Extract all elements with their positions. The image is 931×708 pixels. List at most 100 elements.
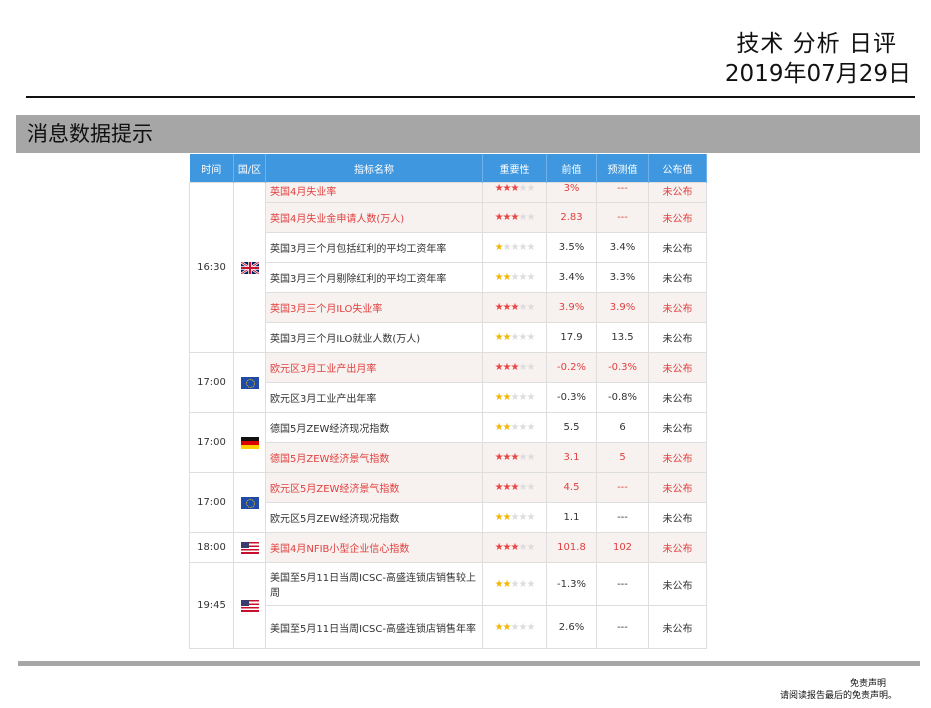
table-row: 英国4月失业金申请人数(万人) ★★★★★ 2.83 --- 未公布 bbox=[190, 202, 707, 233]
star-icon: ★ bbox=[494, 272, 504, 283]
star-icon: ★ bbox=[526, 302, 535, 313]
star-icon: ★ bbox=[494, 302, 504, 313]
region-cell bbox=[233, 562, 266, 649]
forecast-value: 3.9% bbox=[596, 292, 649, 323]
footer-divider bbox=[18, 661, 920, 666]
disclaimer-note: 请阅读报告最后的免责声明。 bbox=[779, 691, 897, 701]
table-row: 美国至5月11日当周ICSC-高盛连锁店销售年率 ★★★★★ 2.6% --- 未公布 bbox=[190, 605, 707, 649]
star-icon: ★ bbox=[502, 578, 512, 590]
importance-stars: ★★★★★ bbox=[482, 292, 547, 323]
importance-stars: ★★★★★ bbox=[482, 352, 547, 383]
previous-value: 5.5 bbox=[546, 412, 597, 443]
actual-value: 未公布 bbox=[648, 532, 707, 563]
star-icon: ★ bbox=[494, 392, 504, 403]
forecast-value: 5 bbox=[596, 442, 649, 473]
star-icon: ★ bbox=[502, 392, 512, 403]
table-row: 17:00 欧元区3月工业产出月率 ★★★★★ -0.2% -0.3% 未公布 bbox=[189, 352, 707, 413]
actual-value: 未公布 bbox=[648, 202, 707, 233]
previous-value: 3.4% bbox=[546, 262, 597, 293]
star-icon: ★ bbox=[494, 621, 504, 633]
actual-value: 未公布 bbox=[648, 605, 707, 649]
importance-stars: ★★★★★ bbox=[482, 412, 547, 443]
indicator-name: 欧元区3月工业产出月率 bbox=[265, 352, 483, 383]
eu-flag-icon bbox=[240, 496, 259, 509]
star-icon: ★ bbox=[502, 482, 512, 493]
time-cell: 17:00 bbox=[189, 412, 234, 473]
table-header-row: 时间 国/区 指标名称 重要性 前值 预测值 公布值 bbox=[189, 154, 707, 183]
table-row: 欧元区5月ZEW经济现况指数 ★★★★★ 1.1 --- 未公布 bbox=[190, 502, 707, 533]
importance-stars: ★★★★★ bbox=[482, 562, 547, 606]
actual-value: 未公布 bbox=[648, 562, 707, 606]
header-divider bbox=[26, 96, 915, 98]
indicator-name: 美国4月NFIB小型企业信心指数 bbox=[265, 532, 483, 563]
indicator-name: 英国3月三个月剔除红利的平均工资年率 bbox=[265, 262, 483, 293]
indicator-name: 美国至5月11日当周ICSC-高盛连锁店销售年率 bbox=[265, 605, 483, 649]
previous-value: 2.83 bbox=[546, 202, 597, 233]
star-icon: ★ bbox=[526, 512, 535, 523]
col-header-previous: 前值 bbox=[546, 154, 597, 183]
region-cell bbox=[233, 182, 266, 353]
forecast-value: -0.8% bbox=[596, 382, 649, 413]
star-icon: ★ bbox=[502, 362, 512, 373]
previous-value: 3% bbox=[546, 182, 597, 203]
star-icon: ★ bbox=[526, 542, 535, 553]
table-row: 16:30 英国4月失业率 ★★★★★ 3% --- 未公布 bbox=[189, 182, 707, 353]
col-header-importance: 重要性 bbox=[482, 154, 547, 183]
previous-value: 3.5% bbox=[546, 232, 597, 263]
star-icon: ★ bbox=[502, 422, 512, 433]
table-row: 英国3月三个月剔除红利的平均工资年率 ★★★★★ 3.4% 3.3% 未公布 bbox=[190, 262, 707, 293]
forecast-value: --- bbox=[596, 202, 649, 233]
previous-value: 3.9% bbox=[546, 292, 597, 323]
indicator-name: 美国至5月11日当周ICSC-高盛连锁店销售较上周 bbox=[265, 562, 483, 606]
star-icon: ★ bbox=[494, 212, 504, 223]
uk-flag-icon bbox=[239, 260, 260, 275]
star-icon: ★ bbox=[502, 452, 512, 463]
previous-value: 4.5 bbox=[546, 472, 597, 503]
table-row: 英国3月三个月包括红利的平均工资年率 ★★★★★ 3.5% 3.4% 未公布 bbox=[190, 232, 707, 263]
indicator-name: 英国4月失业金申请人数(万人) bbox=[265, 202, 483, 233]
star-icon: ★ bbox=[526, 482, 535, 493]
previous-value: -1.3% bbox=[546, 562, 597, 606]
importance-stars: ★★★★★ bbox=[482, 382, 547, 413]
actual-value: 未公布 bbox=[648, 292, 707, 323]
forecast-value: 6 bbox=[596, 412, 649, 443]
col-header-actual: 公布值 bbox=[648, 154, 707, 183]
section-title: 消息数据提示 bbox=[16, 115, 920, 153]
star-icon: ★ bbox=[502, 272, 512, 283]
indicator-name: 欧元区3月工业产出年率 bbox=[265, 382, 483, 413]
actual-value: 未公布 bbox=[648, 382, 707, 413]
indicator-name: 欧元区5月ZEW经济现况指数 bbox=[265, 502, 483, 533]
col-header-indicator: 指标名称 bbox=[265, 154, 483, 183]
star-icon: ★ bbox=[494, 332, 504, 343]
star-icon: ★ bbox=[502, 512, 512, 523]
importance-stars: ★★★★★ bbox=[482, 605, 547, 649]
indicator-name: 英国3月三个月ILO失业率 bbox=[265, 292, 483, 323]
actual-value: 未公布 bbox=[648, 182, 707, 203]
forecast-value: --- bbox=[596, 605, 649, 649]
data-calendar-table: 时间 国/区 指标名称 重要性 前值 预测值 公布值 16:30 英国4月失业率 ★… bbox=[189, 154, 707, 649]
previous-value: 17.9 bbox=[546, 322, 597, 353]
previous-value: 3.1 bbox=[546, 442, 597, 473]
actual-value: 未公布 bbox=[648, 352, 707, 383]
forecast-value: 3.3% bbox=[596, 262, 649, 293]
forecast-value: 3.4% bbox=[596, 232, 649, 263]
star-icon: ★ bbox=[502, 183, 512, 194]
region-cell bbox=[233, 472, 266, 533]
importance-stars: ★★★★★ bbox=[482, 532, 547, 563]
table-row: 17:00 欧元区5月ZEW经济景气指数 ★★★★★ 4.5 --- 未公布 bbox=[189, 472, 707, 533]
star-icon: ★ bbox=[494, 482, 504, 493]
time-cell: 16:30 bbox=[189, 182, 234, 353]
star-icon: ★ bbox=[494, 452, 504, 463]
importance-stars: ★★★★★ bbox=[482, 472, 547, 503]
star-icon: ★ bbox=[502, 302, 512, 313]
actual-value: 未公布 bbox=[648, 232, 707, 263]
de-flag-icon bbox=[240, 436, 259, 449]
time-cell: 17:00 bbox=[189, 472, 234, 533]
star-icon: ★ bbox=[494, 422, 504, 433]
forecast-value: --- bbox=[596, 182, 649, 203]
importance-stars: ★★★★★ bbox=[482, 232, 547, 263]
table-row: 德国5月ZEW经济景气指数 ★★★★★ 3.1 5 未公布 bbox=[190, 442, 707, 473]
star-icon: ★ bbox=[502, 621, 512, 633]
eu-flag-icon bbox=[240, 376, 259, 389]
star-icon: ★ bbox=[494, 512, 504, 523]
